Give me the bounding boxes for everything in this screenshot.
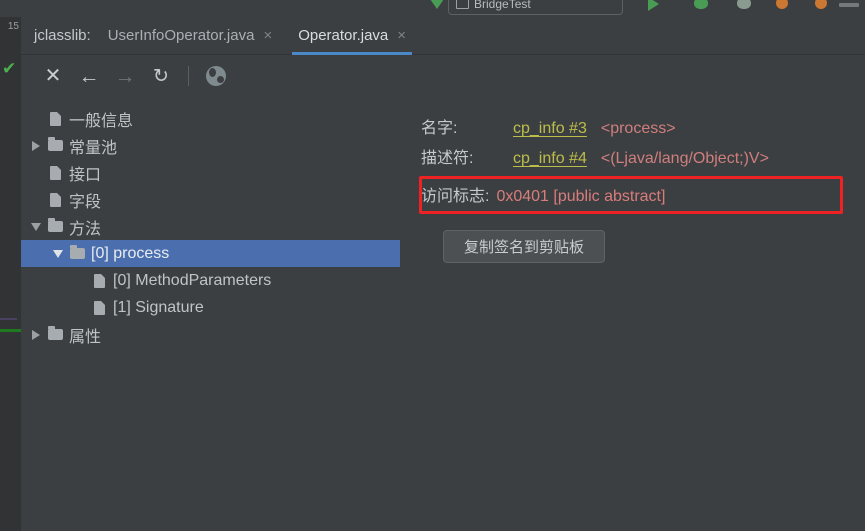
inspection-ok-icon[interactable]: ✔	[2, 60, 16, 77]
gutter-vcs-added-marker[interactable]	[0, 329, 21, 332]
toolbar-separator	[188, 66, 189, 86]
profiler-icon[interactable]	[776, 0, 792, 13]
tree-row[interactable]: [0] process	[21, 240, 400, 267]
tree-row[interactable]: 一般信息	[21, 105, 400, 132]
close-button[interactable]: ✕	[35, 61, 71, 91]
access-flags-label: 访问标志:	[421, 188, 490, 205]
folder-icon	[45, 132, 65, 159]
descriptor-value: <(Ljava/lang/Object;)V>	[600, 150, 769, 167]
close-icon[interactable]: ×	[263, 28, 272, 43]
access-flags-row: 访问标志: 0x0401 [public abstract]	[401, 182, 865, 212]
tree-item-label: [1] Signature	[113, 298, 204, 316]
chevron-right-icon[interactable]	[27, 132, 45, 159]
descriptor-label: 描述符:	[421, 150, 474, 167]
jclasslib-main-area: 一般信息常量池接口字段方法 [0] process [0] MethodParame…	[21, 96, 865, 531]
arrow-left-icon: ←	[78, 64, 100, 88]
gutter-line-number: 15	[7, 21, 19, 32]
tab-prefix-label: jclasslib:	[34, 27, 91, 44]
close-icon: ✕	[44, 65, 62, 87]
tab-operator-java[interactable]: Operator.java ×	[285, 17, 419, 55]
name-row: 名字: cp_info #3 <process>	[401, 114, 865, 144]
editor-gutter: 15 ✔	[0, 17, 21, 531]
debug-icon[interactable]	[694, 0, 710, 13]
tab-userinfooperator-java[interactable]: UserInfoOperator.java ×	[95, 17, 286, 55]
close-icon[interactable]: ×	[397, 28, 406, 43]
file-icon	[45, 159, 65, 186]
coverage-icon[interactable]	[737, 0, 753, 13]
tree-item-label: 属性	[69, 328, 102, 346]
class-structure-tree[interactable]: 一般信息常量池接口字段方法 [0] process [0] MethodParame…	[21, 96, 400, 531]
ide-main-toolbar: BridgeTest	[0, 0, 865, 17]
chevron-down-icon[interactable]	[27, 213, 45, 240]
open-documentation-button[interactable]	[198, 61, 234, 91]
folder-icon	[67, 240, 87, 267]
member-detail-pane: 名字: cp_info #3 <process> 描述符: cp_info #4…	[401, 96, 865, 531]
tree-item-label: [0] process	[91, 244, 170, 262]
file-icon	[45, 186, 65, 213]
tree-item-label: 常量池	[69, 139, 118, 157]
name-cp-link[interactable]: cp_info #3	[513, 120, 587, 138]
editor-tab-bar: jclasslib: UserInfoOperator.java × Opera…	[21, 17, 865, 55]
gutter-change-marker	[0, 318, 17, 320]
tree-row[interactable]: 方法	[21, 213, 400, 240]
folder-icon	[45, 321, 65, 348]
attach-icon[interactable]	[815, 0, 831, 13]
file-icon	[89, 294, 109, 321]
tree-item-label: 一般信息	[69, 112, 134, 130]
jclasslib-toolbar: ✕ ← → ↻	[21, 56, 865, 96]
application-config-icon	[456, 0, 469, 9]
search-everywhere-icon[interactable]	[839, 3, 859, 7]
access-flags-value: 0x0401 [public abstract]	[496, 188, 666, 205]
copy-signature-button[interactable]: 复制签名到剪贴板	[443, 230, 606, 263]
chevron-down-icon[interactable]	[49, 240, 67, 267]
refresh-icon: ↻	[153, 65, 169, 87]
tree-row[interactable]: 属性	[21, 321, 400, 348]
tree-row[interactable]: [1] Signature	[21, 294, 400, 321]
tree-item-label: 接口	[69, 166, 102, 184]
tree-row[interactable]: 字段	[21, 186, 400, 213]
tree-item-label: 字段	[69, 193, 102, 211]
run-configuration-label: BridgeTest	[474, 0, 531, 11]
globe-icon	[206, 66, 226, 86]
tab-prefix-jclasslib: jclasslib:	[21, 17, 95, 55]
chevron-right-icon[interactable]	[27, 321, 45, 348]
name-value: <process>	[600, 120, 676, 137]
jclasslib-bytecode-viewer-window: BridgeTest 15 ✔ jclasslib: UserInfoOpera…	[0, 0, 865, 531]
tree-row[interactable]: [0] MethodParameters	[21, 267, 400, 294]
run-icon[interactable]	[648, 0, 664, 13]
file-icon	[45, 105, 65, 132]
file-icon	[89, 267, 109, 294]
folder-icon	[45, 213, 65, 240]
tree-row[interactable]: 接口	[21, 159, 400, 186]
descriptor-row: 描述符: cp_info #4 <(Ljava/lang/Object;)V>	[401, 144, 865, 174]
forward-button[interactable]: →	[107, 61, 143, 91]
tab-label: Operator.java	[298, 27, 389, 44]
run-arrow-icon[interactable]	[430, 0, 444, 9]
tree-item-label: 方法	[69, 220, 102, 238]
arrow-right-icon: →	[114, 64, 136, 88]
reload-button[interactable]: ↻	[143, 61, 179, 91]
tree-row[interactable]: 常量池	[21, 132, 400, 159]
name-label: 名字:	[421, 120, 458, 137]
tab-label: UserInfoOperator.java	[107, 27, 255, 44]
descriptor-cp-link[interactable]: cp_info #4	[513, 150, 587, 168]
tree-item-label: [0] MethodParameters	[113, 271, 272, 289]
back-button[interactable]: ←	[71, 61, 107, 91]
run-configuration-selector[interactable]: BridgeTest	[448, 0, 623, 15]
